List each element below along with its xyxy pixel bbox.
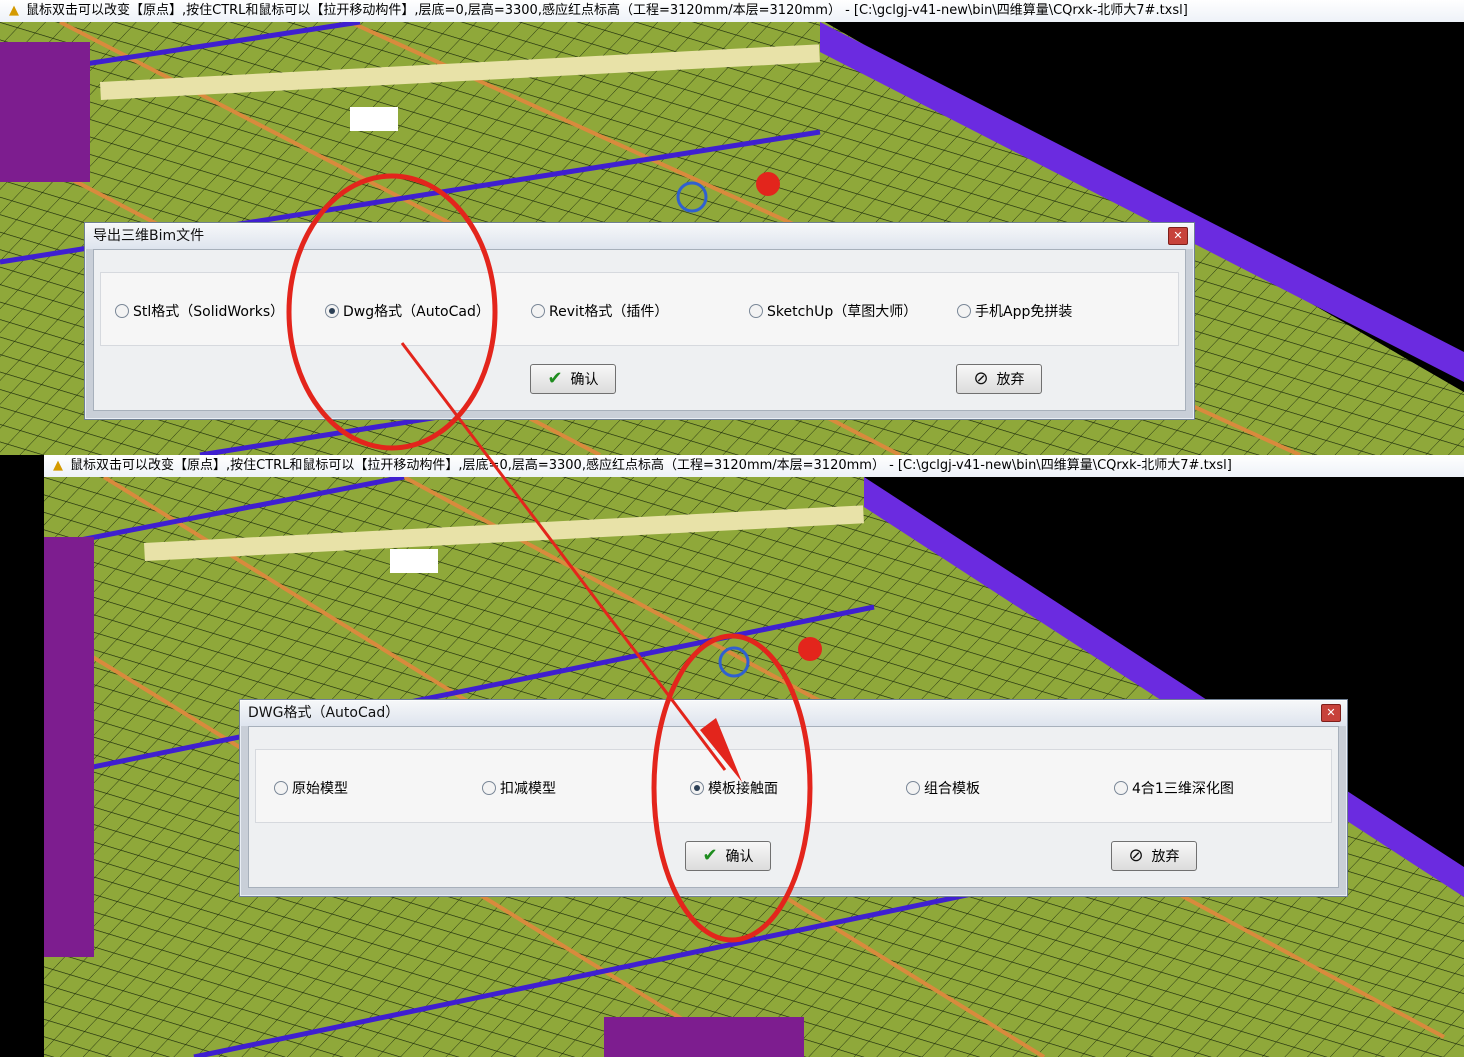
- cancel-button[interactable]: ⊘ 放弃: [956, 364, 1042, 394]
- dialog-title-bar: DWG格式（AutoCad） ✕: [240, 700, 1347, 726]
- window-title: 鼠标双击可以改变【原点】,按住CTRL和鼠标可以【拉开移动构件】,层底=0,层高…: [26, 3, 1188, 18]
- dialog-title: DWG格式（AutoCad）: [248, 705, 400, 721]
- radio-mobile-app[interactable]: 手机App免拼装: [957, 301, 1072, 321]
- radio-deducted-model[interactable]: 扣减模型: [482, 778, 556, 798]
- window-title: 鼠标双击可以改变【原点】,按住CTRL和鼠标可以【拉开移动构件】,层底=0,层高…: [70, 458, 1232, 473]
- radio-4in1-3d-detail[interactable]: 4合1三维深化图: [1114, 778, 1234, 798]
- dialog-title-bar: 导出三维Bim文件 ✕: [85, 223, 1194, 249]
- radio-circle-icon: [1114, 781, 1128, 795]
- radio-circle-icon: [274, 781, 288, 795]
- close-icon[interactable]: ✕: [1168, 227, 1188, 245]
- cancel-button[interactable]: ⊘ 放弃: [1111, 841, 1197, 871]
- window-titlebar: ▲ 鼠标双击可以改变【原点】,按住CTRL和鼠标可以【拉开移动构件】,层底=0,层…: [0, 0, 1464, 22]
- warning-icon: ▲: [53, 458, 63, 473]
- radio-label: 扣减模型: [500, 781, 556, 797]
- dialog-body: 原始模型 扣减模型 模板接触面 组合模板 4合1三维深化图 ✔ 确认 ⊘ 放弃: [248, 726, 1339, 888]
- radio-label: 4合1三维深化图: [1132, 781, 1234, 797]
- button-label: 放弃: [1151, 849, 1180, 865]
- close-icon[interactable]: ✕: [1321, 704, 1341, 722]
- checkmark-icon: ✔: [702, 845, 718, 866]
- radio-dwg-format[interactable]: Dwg格式（AutoCad）: [325, 301, 490, 321]
- confirm-button[interactable]: ✔ 确认: [530, 364, 616, 394]
- button-label: 放弃: [996, 372, 1025, 388]
- button-label: 确认: [570, 372, 599, 388]
- warning-icon: ▲: [9, 3, 19, 18]
- radio-formwork-contact[interactable]: 模板接触面: [690, 778, 778, 798]
- radio-original-model[interactable]: 原始模型: [274, 778, 348, 798]
- radio-label: SketchUp（草图大师）: [767, 304, 918, 320]
- format-option-group: Stl格式（SolidWorks） Dwg格式（AutoCad） Revit格式…: [100, 272, 1179, 346]
- radio-label: 手机App免拼装: [975, 304, 1073, 320]
- radio-circle-icon: [115, 304, 129, 318]
- no-entry-icon: ⊘: [1128, 845, 1144, 866]
- radio-label: 模板接触面: [708, 781, 778, 797]
- button-label: 确认: [725, 849, 754, 865]
- no-entry-icon: ⊘: [973, 368, 989, 389]
- checkmark-icon: ✔: [547, 368, 563, 389]
- radio-label: 组合模板: [924, 781, 980, 797]
- cad-window-top: ▲ 鼠标双击可以改变【原点】,按住CTRL和鼠标可以【拉开移动构件】,层底=0,层…: [0, 0, 1464, 455]
- radio-circle-icon: [957, 304, 971, 318]
- dialog-body: Stl格式（SolidWorks） Dwg格式（AutoCad） Revit格式…: [93, 249, 1186, 411]
- radio-circle-icon: [531, 304, 545, 318]
- radio-sketchup-format[interactable]: SketchUp（草图大师）: [749, 301, 917, 321]
- radio-stl-format[interactable]: Stl格式（SolidWorks）: [115, 301, 284, 321]
- dwg-format-dialog: DWG格式（AutoCad） ✕ 原始模型 扣减模型 模板接触面 组合模板 4合…: [239, 699, 1348, 897]
- radio-label: Stl格式（SolidWorks）: [133, 304, 285, 320]
- radio-label: Dwg格式（AutoCad）: [343, 304, 490, 320]
- radio-circle-icon: [482, 781, 496, 795]
- radio-selected-icon: [690, 781, 704, 795]
- radio-label: Revit格式（插件）: [549, 304, 669, 320]
- export-bim-dialog: 导出三维Bim文件 ✕ Stl格式（SolidWorks） Dwg格式（Auto…: [84, 222, 1195, 420]
- dialog-title: 导出三维Bim文件: [93, 228, 205, 244]
- radio-circle-icon: [749, 304, 763, 318]
- radio-label: 原始模型: [292, 781, 348, 797]
- radio-selected-icon: [325, 304, 339, 318]
- window-titlebar: ▲ 鼠标双击可以改变【原点】,按住CTRL和鼠标可以【拉开移动构件】,层底=0,层…: [44, 455, 1464, 477]
- radio-revit-format[interactable]: Revit格式（插件）: [531, 301, 668, 321]
- radio-combined-formwork[interactable]: 组合模板: [906, 778, 980, 798]
- cad-window-bottom: ▲ 鼠标双击可以改变【原点】,按住CTRL和鼠标可以【拉开移动构件】,层底=0,层…: [44, 455, 1464, 1057]
- radio-circle-icon: [906, 781, 920, 795]
- export-mode-group: 原始模型 扣减模型 模板接触面 组合模板 4合1三维深化图: [255, 749, 1332, 823]
- confirm-button[interactable]: ✔ 确认: [685, 841, 771, 871]
